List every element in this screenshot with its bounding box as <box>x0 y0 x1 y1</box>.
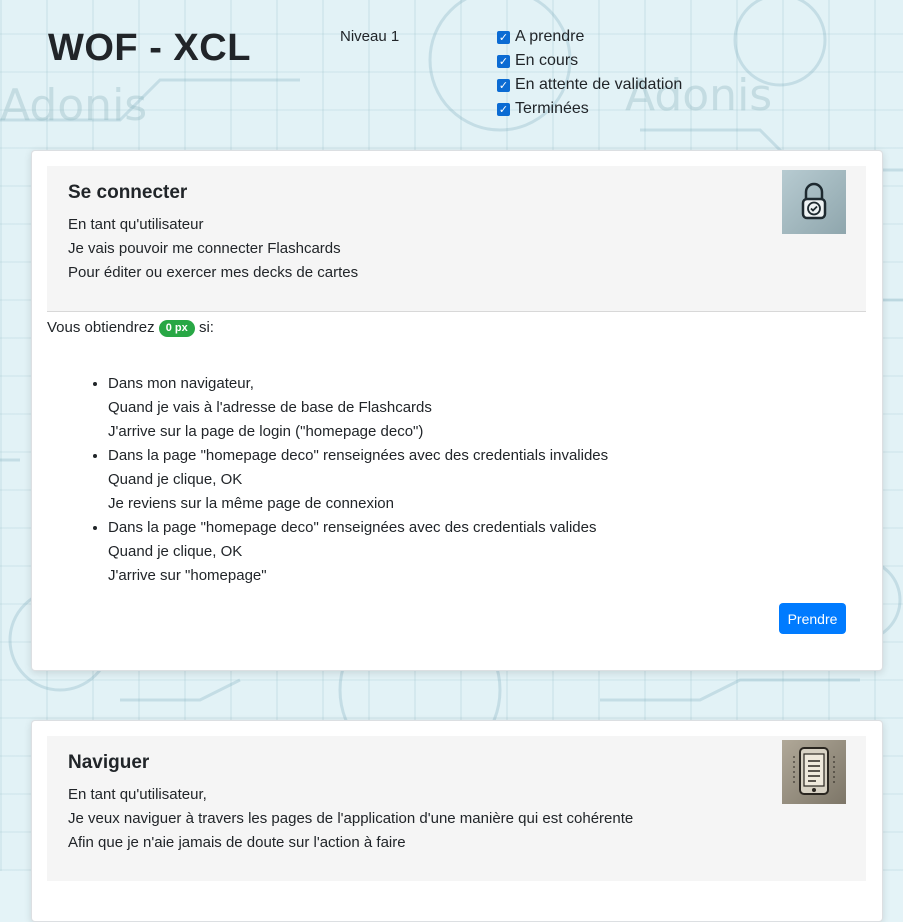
reward-line: Vous obtiendrez 0 px si: <box>47 316 214 340</box>
checkbox-checked-icon[interactable]: ✓ <box>497 54 510 68</box>
filter-en-attente[interactable]: ✓ En attente de validation <box>497 73 682 97</box>
take-button[interactable]: Prendre <box>779 603 846 634</box>
lock-icon <box>782 170 846 234</box>
app-title: WOF - XCL <box>48 27 251 69</box>
level-label: Niveau 1 <box>340 28 400 45</box>
criteria-line: J'arrive sur "homepage" <box>108 567 267 584</box>
story-line: Pour éditer ou exercer mes decks de cart… <box>68 264 359 281</box>
checkbox-checked-icon[interactable]: ✓ <box>497 30 510 44</box>
story-description: En tant qu'utilisateur, Je veux naviguer… <box>68 783 633 855</box>
filter-label: A prendre <box>515 28 585 45</box>
story-line: Je veux naviguer à travers les pages de … <box>68 810 634 827</box>
filter-terminees[interactable]: ✓ Terminées <box>497 97 682 121</box>
criteria-line: Quand je vais à l'adresse de base de Fla… <box>108 399 432 416</box>
page-header: WOF - XCL Niveau 1 ✓ A prendre ✓ En cour… <box>0 0 903 140</box>
criteria-item: Dans la page "homepage deco" renseignées… <box>108 444 608 516</box>
story-header: Se connecter En tant qu'utilisateur Je v… <box>47 166 866 312</box>
story-line: En tant qu'utilisateur <box>68 216 204 233</box>
filter-a-prendre[interactable]: ✓ A prendre <box>497 25 682 49</box>
story-title: Se connecter <box>68 182 188 203</box>
filter-en-cours[interactable]: ✓ En cours <box>497 49 682 73</box>
criteria-item: Dans la page "homepage deco" renseignées… <box>108 516 608 588</box>
story-card-naviguer: Naviguer En tant qu'utilisateur, Je veux… <box>31 720 883 922</box>
criteria-line: Je reviens sur la même page de connexion <box>108 495 394 512</box>
story-line: Je vais pouvoir me connecter Flashcards <box>68 240 341 257</box>
filter-label: En cours <box>515 52 579 69</box>
filter-label: En attente de validation <box>515 76 683 93</box>
criteria-item: Dans mon navigateur, Quand je vais à l'a… <box>108 372 608 444</box>
xp-badge: 0 px <box>158 320 195 337</box>
criteria-line: Quand je clique, OK <box>108 543 243 560</box>
story-line: En tant qu'utilisateur, <box>68 786 207 803</box>
filter-label: Terminées <box>515 100 589 117</box>
criteria-line: J'arrive sur la page de login ("homepage… <box>108 423 424 440</box>
story-card-se-connecter: Se connecter En tant qu'utilisateur Je v… <box>31 150 883 671</box>
criteria-line: Dans la page "homepage deco" renseignées… <box>108 519 597 536</box>
acceptance-criteria-list: Dans mon navigateur, Quand je vais à l'a… <box>85 372 608 588</box>
story-header: Naviguer En tant qu'utilisateur, Je veux… <box>47 736 866 881</box>
criteria-line: Quand je clique, OK <box>108 471 243 488</box>
reward-suffix: si: <box>198 319 214 336</box>
checkbox-checked-icon[interactable]: ✓ <box>497 78 510 92</box>
criteria-line: Dans la page "homepage deco" renseignées… <box>108 447 609 464</box>
status-filters: ✓ A prendre ✓ En cours ✓ En attente de v… <box>497 25 682 121</box>
checkbox-checked-icon[interactable]: ✓ <box>497 102 510 116</box>
story-title: Naviguer <box>68 752 150 773</box>
criteria-line: Dans mon navigateur, <box>108 375 254 392</box>
navigation-device-icon <box>782 740 846 804</box>
reward-prefix: Vous obtiendrez <box>47 319 155 336</box>
story-line: Afin que je n'aie jamais de doute sur l'… <box>68 834 406 851</box>
story-description: En tant qu'utilisateur Je vais pouvoir m… <box>68 213 358 285</box>
